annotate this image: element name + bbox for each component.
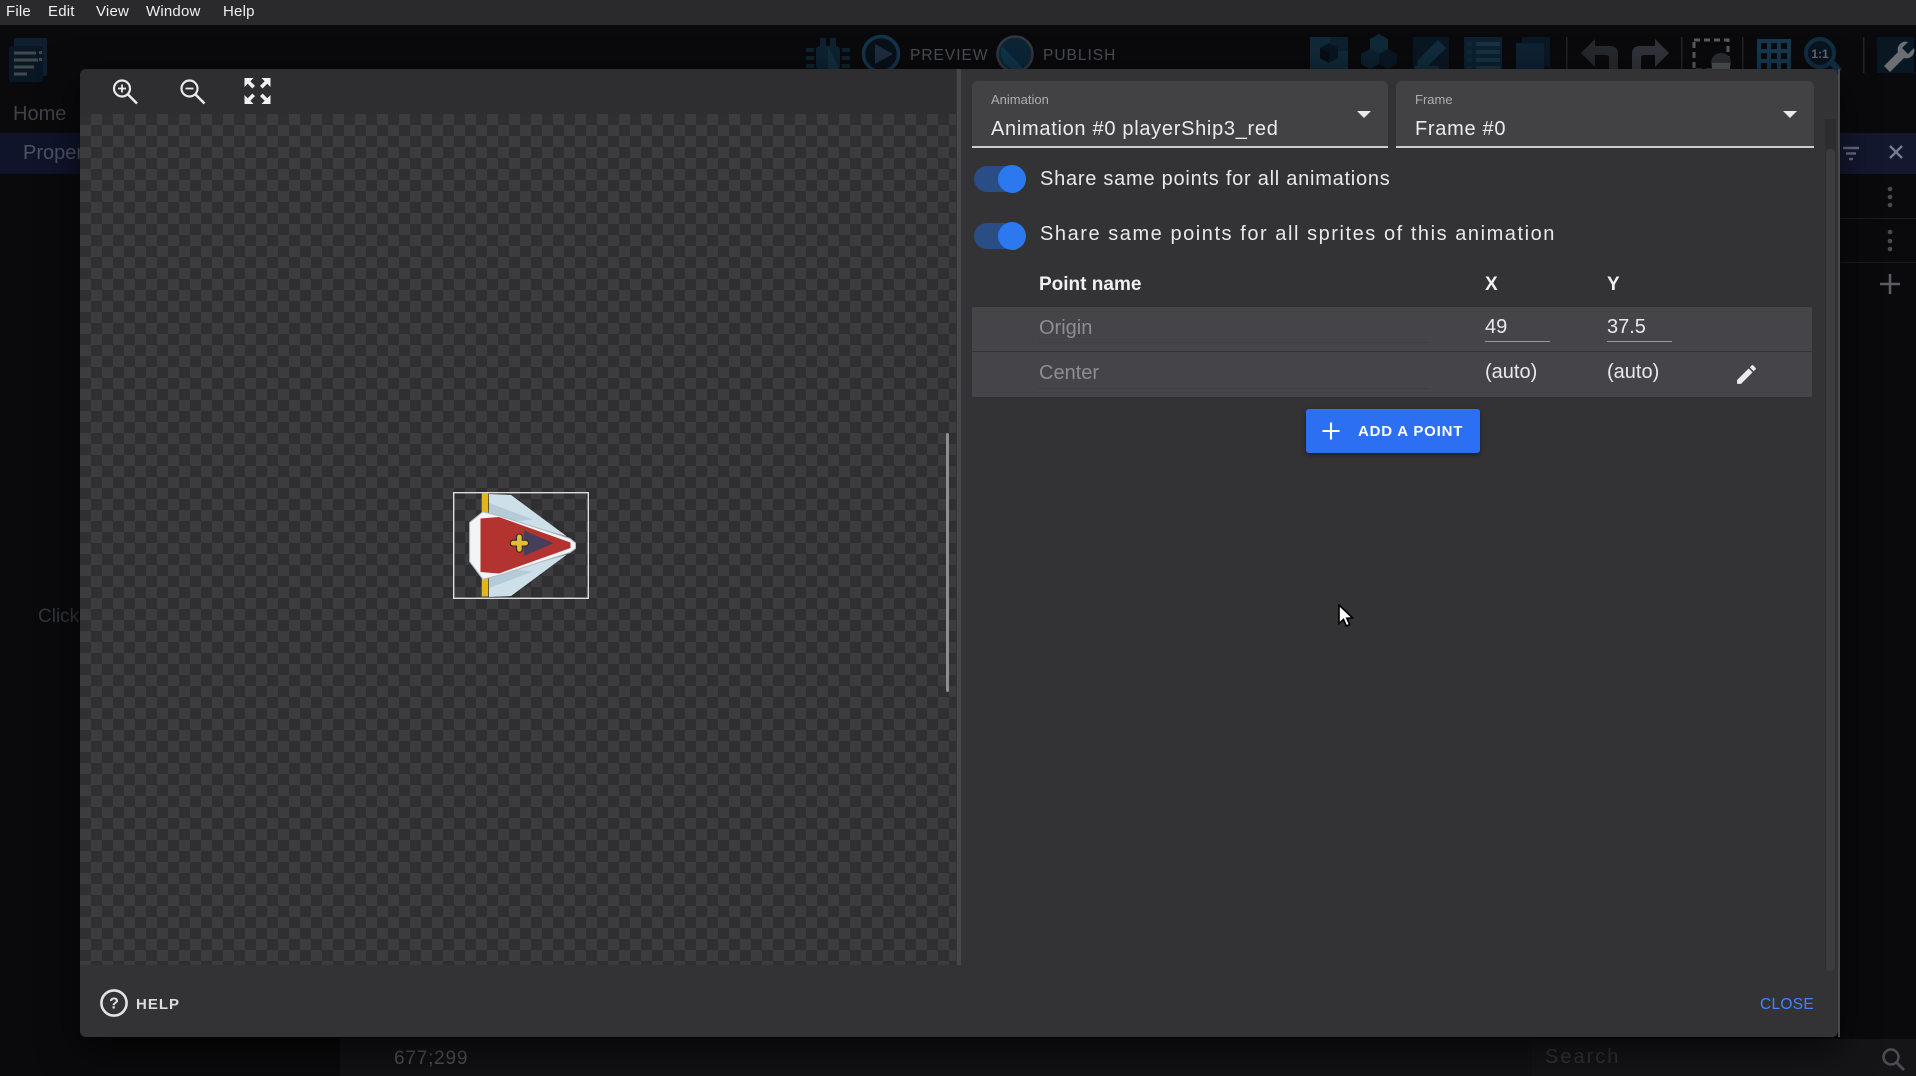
svg-text:PREVIEW: PREVIEW [910,47,988,64]
svg-text:1:1: 1:1 [1811,47,1829,61]
svg-text:PUBLISH: PUBLISH [1043,47,1116,64]
svg-text:?: ? [109,996,119,1013]
